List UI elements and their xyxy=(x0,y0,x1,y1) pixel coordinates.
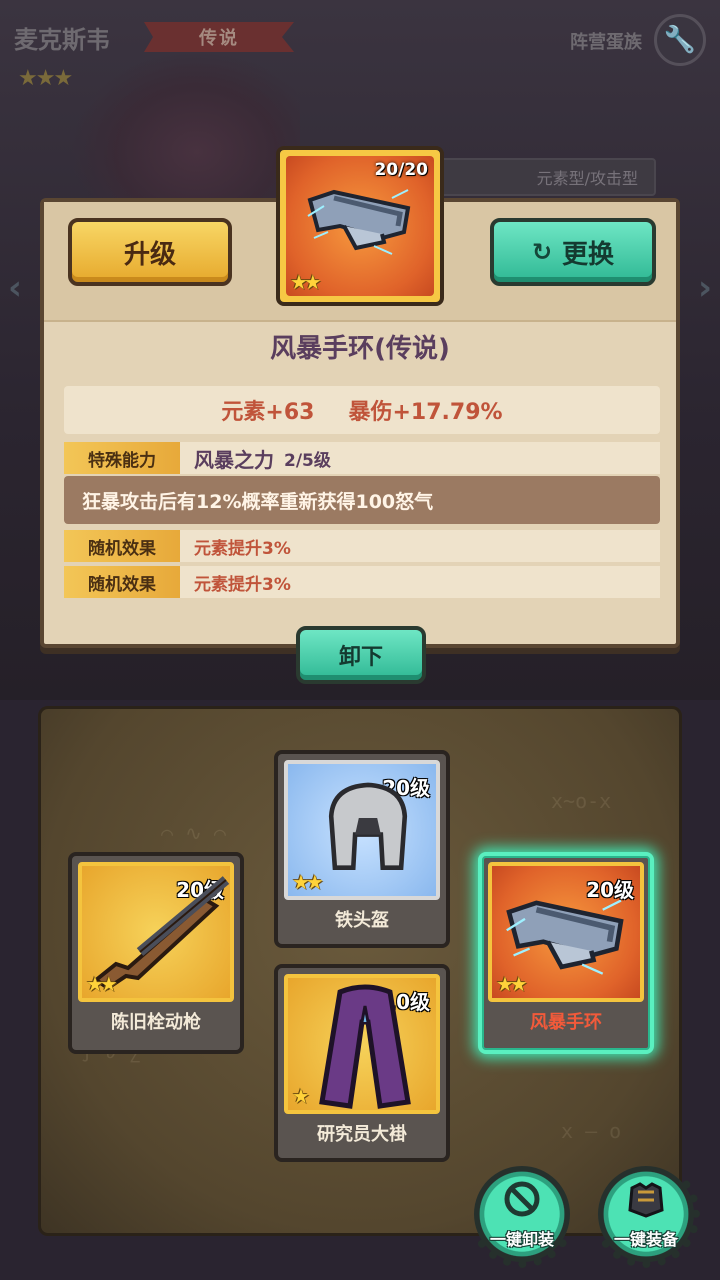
upgrade-button[interactable]: 升级 xyxy=(68,218,232,286)
slot-frame: 20级 ★★ xyxy=(78,862,234,1002)
storm-bracer-icon xyxy=(307,189,411,255)
slot-stars: ★★ xyxy=(86,972,118,996)
hero-portrait xyxy=(70,50,300,220)
replace-button[interactable]: ↻ 更换 xyxy=(490,218,656,286)
equip-all-button[interactable]: 一键装备 xyxy=(592,1160,700,1268)
doodle-decoration: x — o xyxy=(561,1119,622,1143)
stat-element: 元素+63 xyxy=(221,400,315,425)
unequip-all-label: 一键卸装 xyxy=(489,1230,554,1249)
replace-label: 更换 xyxy=(562,239,615,270)
hero-type-tag: 元素型/攻击型 xyxy=(438,158,656,196)
item-title: 风暴手环(传说) xyxy=(270,334,450,364)
random-effect-tag: 随机效果 xyxy=(64,566,180,598)
random-effect-tag: 随机效果 xyxy=(64,530,180,562)
doodle-decoration: ⌒ ∿ ⌒ xyxy=(161,821,226,845)
refresh-icon: ↻ xyxy=(531,238,553,266)
doodle-decoration: x~o-x xyxy=(551,789,612,813)
unequip-button[interactable]: 卸下 xyxy=(296,626,426,684)
featured-item-frame: 20/20 ★★ xyxy=(286,156,434,296)
stats-row: 元素+63 暴伤+17.79% xyxy=(64,386,660,434)
random-effect-value: 元素提升3% xyxy=(194,538,291,559)
slot-name: 陈旧栓动枪 xyxy=(111,1012,201,1033)
equipment-slot-helmet[interactable]: 20级 ★★ 铁头盔 xyxy=(274,750,450,948)
random-effect-row: 随机效果 元素提升3% xyxy=(64,530,660,562)
special-ability-row: 特殊能力 风暴之力 2/5级 xyxy=(64,442,660,474)
chevron-right-icon[interactable]: › xyxy=(698,268,712,308)
slot-name: 风暴手环 xyxy=(530,1012,602,1033)
hero-stars: ★★★ xyxy=(18,66,73,91)
helmet-icon xyxy=(328,782,408,871)
rarity-ribbon: 传说 xyxy=(144,22,294,52)
storm-bracer-icon xyxy=(506,899,624,975)
unequip-all-button[interactable]: 一键卸装 xyxy=(468,1160,576,1268)
chevron-left-icon[interactable]: ‹ xyxy=(8,268,22,308)
slot-name: 铁头盔 xyxy=(335,910,389,931)
slot-stars: ★★ xyxy=(496,972,528,996)
special-ability-name: 风暴之力 xyxy=(194,447,274,472)
featured-item-card: 20/20 ★★ xyxy=(276,146,444,306)
armor-icon xyxy=(626,1180,666,1227)
slot-frame: 20级 ★★ xyxy=(488,862,644,1002)
wrench-icon[interactable]: 🔧 xyxy=(654,14,706,66)
equipment-slot-weapon[interactable]: 20级 ★★ 陈旧栓动枪 xyxy=(68,852,244,1054)
special-ability-description: 狂暴攻击后有12%概率重新获得100怒气 xyxy=(64,476,660,524)
equip-all-label: 一键装备 xyxy=(613,1230,678,1249)
equipment-slot-armor[interactable]: 10级 ★ 研究员大褂 xyxy=(274,964,450,1162)
special-ability-level: 2/5级 xyxy=(284,450,331,471)
lab-coat-icon xyxy=(319,984,411,1109)
slot-frame: 10级 ★ xyxy=(284,974,440,1114)
item-count: 20/20 xyxy=(374,160,428,180)
equipment-slot-accessory[interactable]: 20级 ★★ 风暴手环 xyxy=(478,852,654,1054)
featured-item-stars: ★★ xyxy=(290,270,322,294)
special-ability-tag: 特殊能力 xyxy=(64,442,180,474)
slot-stars: ★★ xyxy=(292,870,324,894)
slot-name: 研究员大褂 xyxy=(317,1124,407,1145)
faction-label: 阵营蛋族 xyxy=(570,32,642,53)
slot-stars: ★ xyxy=(292,1084,310,1108)
random-effect-value: 元素提升3% xyxy=(194,574,291,595)
hero-name: 麦克斯韦 xyxy=(14,26,110,54)
prohibited-icon xyxy=(503,1180,541,1227)
random-effect-row: 随机效果 元素提升3% xyxy=(64,566,660,598)
slot-frame: 20级 ★★ xyxy=(284,760,440,900)
stat-crit-damage: 暴伤+17.79% xyxy=(348,400,503,425)
